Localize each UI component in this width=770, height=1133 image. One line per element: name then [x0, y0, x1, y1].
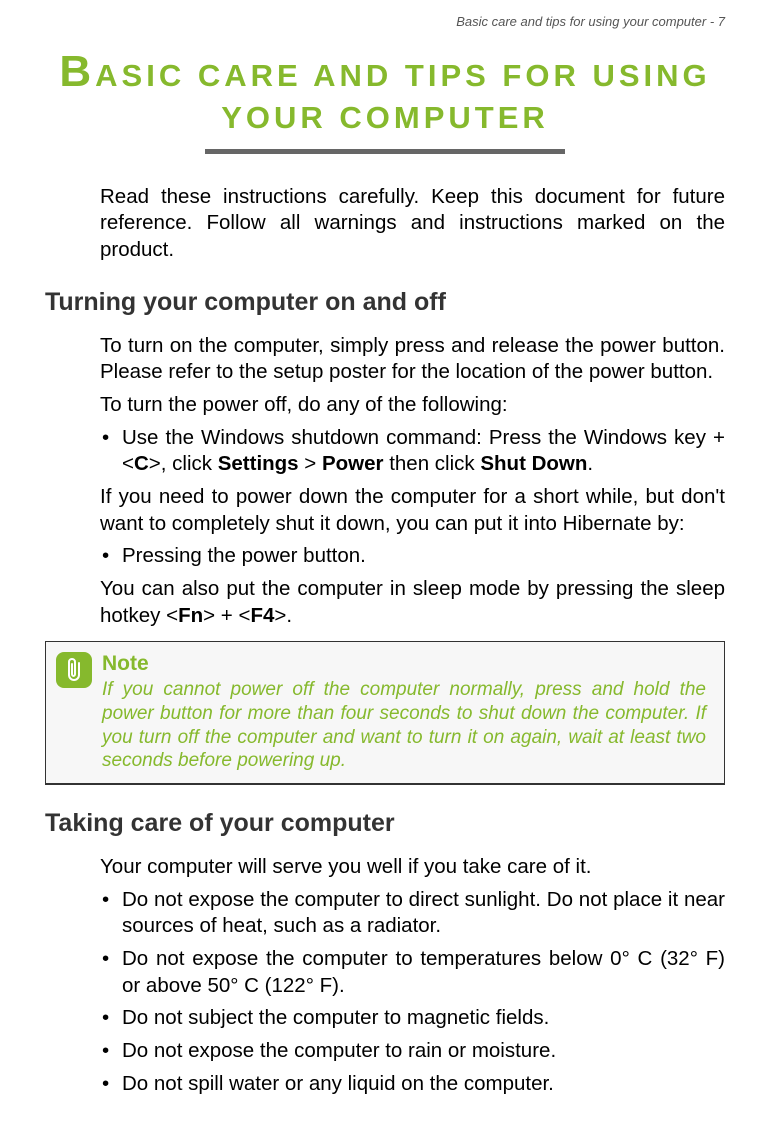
title-rule [205, 149, 565, 154]
paperclip-icon [56, 652, 92, 688]
content-area: Read these instructions carefully. Keep … [100, 184, 725, 1097]
paragraph: If you need to power down the computer f… [100, 484, 725, 537]
section-heading-turning-on-off: Turning your computer on and off [45, 288, 725, 317]
page: Basic care and tips for using your compu… [0, 0, 770, 1133]
title-text: ASIC CARE AND TIPS FOR USING YOUR COMPUT… [95, 58, 711, 135]
list-item: Do not expose the computer to temperatur… [100, 946, 725, 999]
intro-paragraph: Read these instructions carefully. Keep … [100, 184, 725, 264]
page-header: Basic care and tips for using your compu… [45, 10, 725, 37]
paragraph: To turn on the computer, simply press an… [100, 333, 725, 386]
list-item: Use the Windows shutdown command: Press … [100, 425, 725, 478]
list-item: Do not spill water or any liquid on the … [100, 1071, 725, 1098]
paragraph: You can also put the computer in sleep m… [100, 576, 725, 629]
bullet-list: Use the Windows shutdown command: Press … [100, 425, 725, 478]
paragraph: Your computer will serve you well if you… [100, 854, 725, 881]
list-item: Do not expose the computer to direct sun… [100, 887, 725, 940]
title-dropcap: B [59, 47, 95, 96]
paperclip-icon-svg [63, 657, 85, 683]
list-item: Pressing the power button. [100, 543, 725, 570]
note-body: If you cannot power off the computer nor… [102, 678, 706, 773]
note-callout: Note If you cannot power off the compute… [45, 641, 725, 785]
bullet-list: Pressing the power button. [100, 543, 725, 570]
bullet-list: Do not expose the computer to direct sun… [100, 887, 725, 1097]
section-heading-taking-care: Taking care of your computer [45, 809, 725, 838]
title-block: BASIC CARE AND TIPS FOR USING YOUR COMPU… [45, 47, 725, 154]
list-item: Do not subject the computer to magnetic … [100, 1005, 725, 1032]
paragraph: To turn the power off, do any of the fol… [100, 392, 725, 419]
note-title: Note [102, 652, 706, 676]
list-item: Do not expose the computer to rain or mo… [100, 1038, 725, 1065]
